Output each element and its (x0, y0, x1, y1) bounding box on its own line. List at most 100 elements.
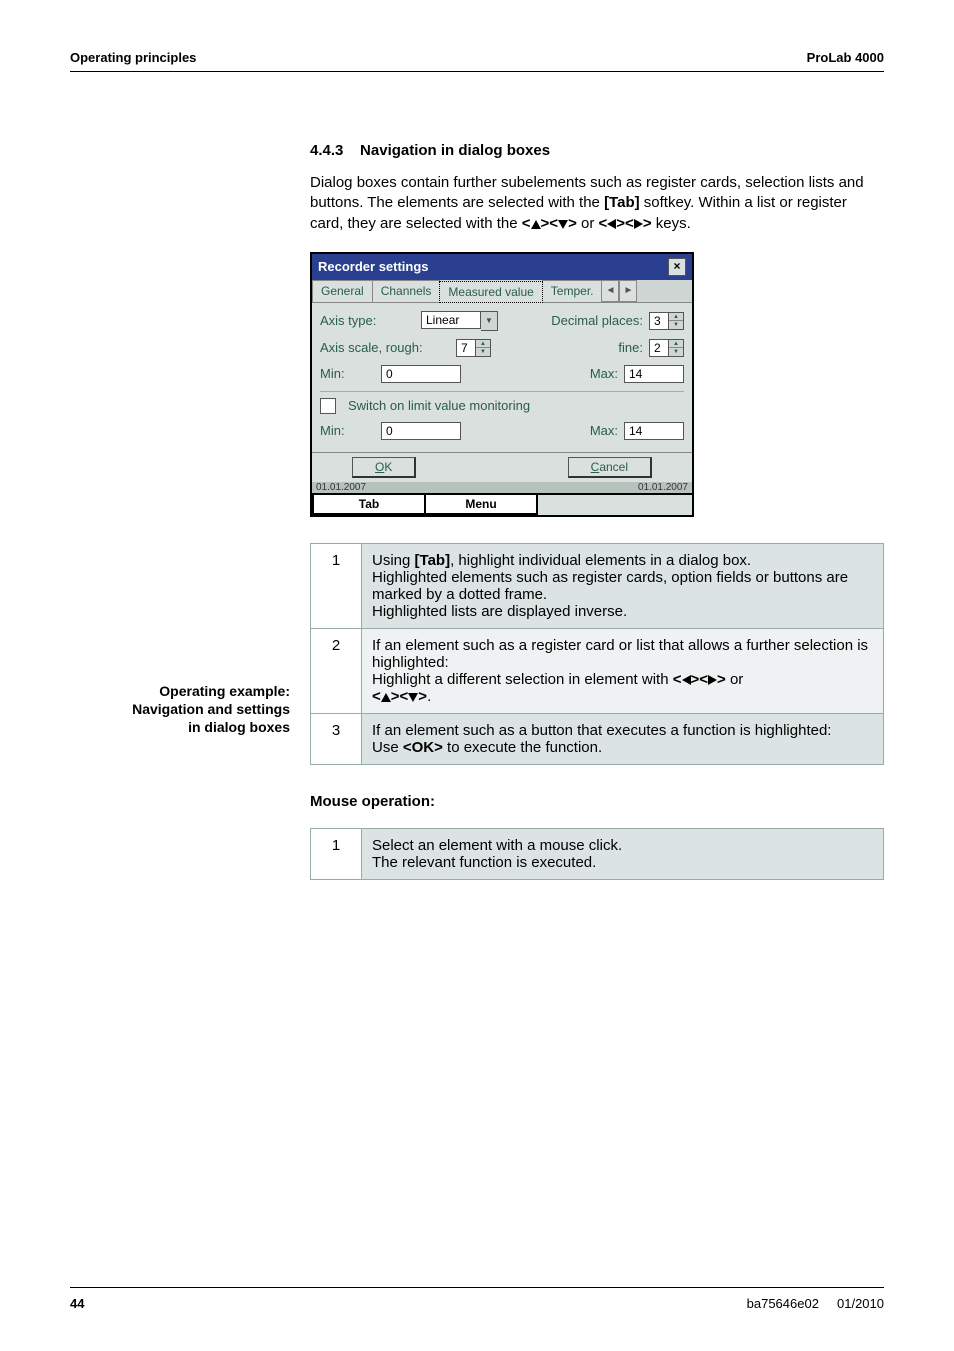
dialog-tabs: General Channels Measured value Temper. … (312, 280, 692, 303)
min-label: Min: (320, 366, 375, 381)
spin-up-icon[interactable]: ▲ (669, 340, 683, 349)
step-number: 3 (311, 713, 362, 764)
arrow-left-icon (607, 219, 616, 229)
key-seq-leftright: <><> (599, 215, 652, 232)
axis-scale-spinner[interactable]: 7 ▲▼ (456, 339, 491, 357)
fine-spinner[interactable]: 2 ▲▼ (649, 339, 684, 357)
max2-label: Max: (590, 423, 618, 438)
step-text: Using [Tab], highlight individual elemen… (362, 543, 884, 628)
tab-general[interactable]: General (312, 280, 373, 302)
page-number: 44 (70, 1296, 84, 1311)
step-line: If an element such as a register card or… (372, 637, 868, 671)
axis-type-value: Linear (421, 311, 481, 329)
intro-text: keys. (652, 215, 691, 232)
step-line: Select an element with a mouse click. (372, 837, 622, 854)
ok-button[interactable]: OK (352, 457, 416, 478)
step-text: If an element such as a button that exec… (362, 713, 884, 764)
softkey-menu[interactable]: Menu (424, 495, 538, 515)
tab-scroll-left-icon[interactable]: ◄ (601, 280, 619, 302)
tab-key-label: [Tab] (415, 552, 451, 569)
footer-meta: ba75646e02 01/2010 (747, 1296, 884, 1311)
side-label-line: in dialog boxes (70, 718, 290, 736)
arrow-up-icon (531, 220, 541, 229)
page-footer: 44 ba75646e02 01/2010 (70, 1287, 884, 1311)
footer-date: 01/2010 (837, 1296, 884, 1311)
spin-up-icon[interactable]: ▲ (476, 340, 490, 349)
footer-doc: ba75646e02 (747, 1296, 819, 1311)
header-right: ProLab 4000 (807, 50, 884, 65)
recorder-settings-dialog: Recorder settings × General Channels Mea… (310, 252, 694, 517)
step-line: If an element such as a button that exec… (372, 722, 831, 739)
arrow-right-icon (708, 675, 717, 685)
intro-paragraph: Dialog boxes contain further subelements… (310, 173, 884, 234)
header-left: Operating principles (70, 50, 196, 65)
step-line: to execute the function. (443, 739, 602, 756)
mouse-steps-table: 1 Select an element with a mouse click. … (310, 828, 884, 880)
step-text: Select an element with a mouse click. Th… (362, 828, 884, 879)
max-input[interactable]: 14 (624, 365, 684, 383)
tab-measured-value[interactable]: Measured value (439, 281, 542, 303)
cancel-button[interactable]: Cancel (568, 457, 652, 478)
decimal-places-value: 3 (649, 312, 669, 330)
step-text: If an element such as a register card or… (362, 628, 884, 713)
step-line: Highlighted elements such as register ca… (372, 569, 848, 603)
decimal-places-spinner[interactable]: 3 ▲▼ (649, 312, 684, 330)
side-label: Operating example: Navigation and settin… (70, 682, 290, 737)
section-number: 4.4.3 (310, 142, 343, 159)
section-heading: 4.4.3 Navigation in dialog boxes (310, 142, 884, 159)
key-seq-updown: <><> (522, 215, 577, 232)
side-label-line: Navigation and settings (70, 700, 290, 718)
tab-key-label: [Tab] (604, 194, 640, 211)
axis-scale-label: Axis scale, rough: (320, 340, 450, 355)
key-seq-updown: <><> (372, 688, 427, 705)
intro-text: or (577, 215, 599, 232)
spin-up-icon[interactable]: ▲ (669, 313, 683, 322)
dialog-titlebar: Recorder settings × (312, 254, 692, 280)
fine-value: 2 (649, 339, 669, 357)
min2-label: Min: (320, 423, 375, 438)
mouse-operation-heading: Mouse operation: (310, 793, 884, 810)
spin-down-icon[interactable]: ▼ (669, 321, 683, 329)
step-number: 1 (311, 828, 362, 879)
steps-table: 1 Using [Tab], highlight individual elem… (310, 543, 884, 765)
softkey-tab[interactable]: Tab (312, 495, 426, 515)
chevron-down-icon[interactable]: ▼ (481, 311, 498, 331)
min-input[interactable]: 0 (381, 365, 461, 383)
fine-label: fine: (618, 340, 643, 355)
step-line: Use (372, 739, 403, 756)
ok-key-label: <OK> (403, 739, 443, 756)
axis-type-label: Axis type: (320, 313, 415, 328)
max-label: Max: (590, 366, 618, 381)
tab-temper[interactable]: Temper. (542, 280, 603, 302)
axis-scale-value: 7 (456, 339, 476, 357)
spin-down-icon[interactable]: ▼ (669, 348, 683, 356)
limit-monitoring-label: Switch on limit value monitoring (348, 398, 530, 413)
dialog-title-text: Recorder settings (318, 259, 429, 274)
step-line: The relevant function is executed. (372, 854, 596, 871)
step-line: . (427, 688, 431, 705)
arrow-left-icon (682, 675, 691, 685)
arrow-up-icon (381, 693, 391, 702)
tab-channels[interactable]: Channels (372, 280, 441, 302)
arrow-down-icon (558, 220, 568, 229)
arrow-down-icon (408, 693, 418, 702)
tab-scroll-right-icon[interactable]: ► (619, 280, 637, 302)
section-title: Navigation in dialog boxes (360, 142, 550, 159)
step-line: Highlight a different selection in eleme… (372, 671, 673, 688)
side-label-line: Operating example: (70, 682, 290, 700)
max2-input[interactable]: 14 (624, 422, 684, 440)
spin-down-icon[interactable]: ▼ (476, 348, 490, 356)
step-line: Highlighted lists are displayed inverse. (372, 603, 627, 620)
limit-monitoring-checkbox[interactable] (320, 398, 336, 414)
min2-input[interactable]: 0 (381, 422, 461, 440)
date-right: 01.01.2007 (638, 482, 688, 493)
date-left: 01.01.2007 (316, 482, 366, 493)
decimal-places-label: Decimal places: (551, 313, 643, 328)
step-number: 2 (311, 628, 362, 713)
arrow-right-icon (634, 219, 643, 229)
close-icon[interactable]: × (668, 258, 686, 276)
step-line: or (726, 671, 744, 688)
step-number: 1 (311, 543, 362, 628)
key-seq-leftright: <><> (673, 671, 726, 688)
axis-type-combo[interactable]: Linear ▼ (421, 311, 498, 331)
